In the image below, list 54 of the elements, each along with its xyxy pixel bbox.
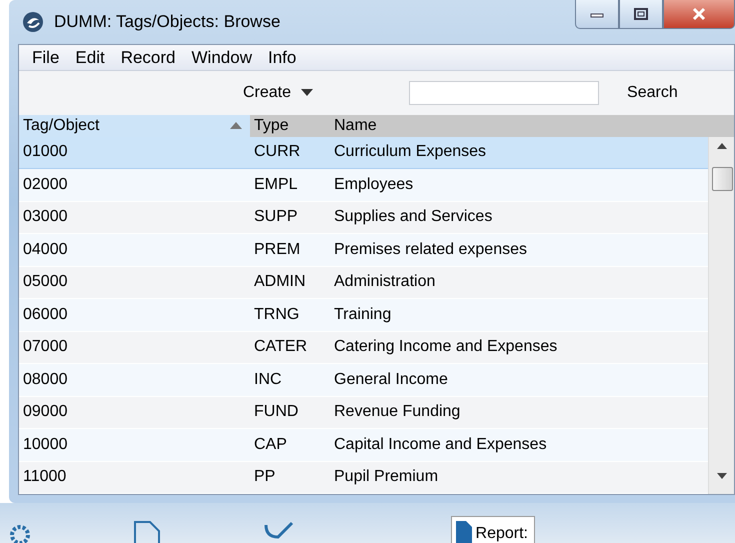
table-cell: EMPL [250,168,330,201]
table-row[interactable]: 11000 PP Pupil Premium [19,461,708,494]
table-cell: TRNG [250,298,330,331]
window-title: DUMM: Tags/Objects: Browse [54,12,280,32]
scroll-up-icon[interactable] [716,142,726,148]
table-row[interactable]: 06000 TRNG Training [19,298,708,331]
table-cell: CAP [250,428,330,461]
table-cell: 04000 [19,234,250,266]
table-cell: Training [330,298,708,331]
table-row[interactable]: 02000 EMPL Employees [19,168,708,201]
column-header[interactable]: Type [250,114,330,136]
maximize-icon [634,8,648,20]
table-cell: INC [250,364,330,396]
document-icon [456,521,472,543]
maximize-button[interactable] [619,0,663,29]
menu-item[interactable]: Record [114,48,185,68]
column-header[interactable]: Name [330,114,708,136]
table-cell: PREM [250,234,330,266]
table-row[interactable]: 01000 CURR Curriculum Expenses [19,136,708,168]
caret-icon [301,89,314,96]
document-icon[interactable] [132,519,162,543]
table-cell: 11000 [19,461,250,494]
menu-item[interactable]: File [25,48,68,68]
close-button[interactable] [663,0,735,29]
menu-item[interactable]: Edit [68,48,114,68]
table-cell: 10000 [19,428,250,461]
scrollbar-thumb[interactable] [712,166,733,190]
table-row[interactable]: 04000 PREM Premises related expenses [19,234,708,266]
table-row[interactable]: 08000 INC General Income [19,364,708,396]
minimize-button[interactable] [575,0,619,29]
table-cell: 06000 [19,298,250,331]
sort-ascending-icon [230,122,242,129]
search-field[interactable] [409,80,600,105]
table-cell: Curriculum Expenses [330,136,708,168]
create-button[interactable]: Create [243,84,314,102]
table-cell: PP [250,461,330,494]
table-cell: 08000 [19,364,250,396]
table-row[interactable]: 10000 CAP Capital Income and Expenses [19,428,708,461]
menu-item[interactable]: Info [260,48,306,68]
table-cell: CURR [250,136,330,168]
table-cell: Premises related expenses [330,234,708,266]
table-cell: Employees [330,168,708,201]
table-cell: 01000 [19,136,250,168]
search-button[interactable]: Search [627,84,678,102]
table-cell: 02000 [19,168,250,201]
report-button[interactable]: Report: [450,516,535,543]
table-cell: Pupil Premium [330,461,708,494]
column-header[interactable]: Tag/Object [19,114,250,136]
close-icon [691,7,707,21]
scroll-down-icon[interactable] [716,473,726,479]
table-cell: Capital Income and Expenses [330,428,708,461]
menu-item[interactable]: Window [184,48,261,68]
app-logo-icon [22,11,44,33]
table-cell: General Income [330,364,708,396]
